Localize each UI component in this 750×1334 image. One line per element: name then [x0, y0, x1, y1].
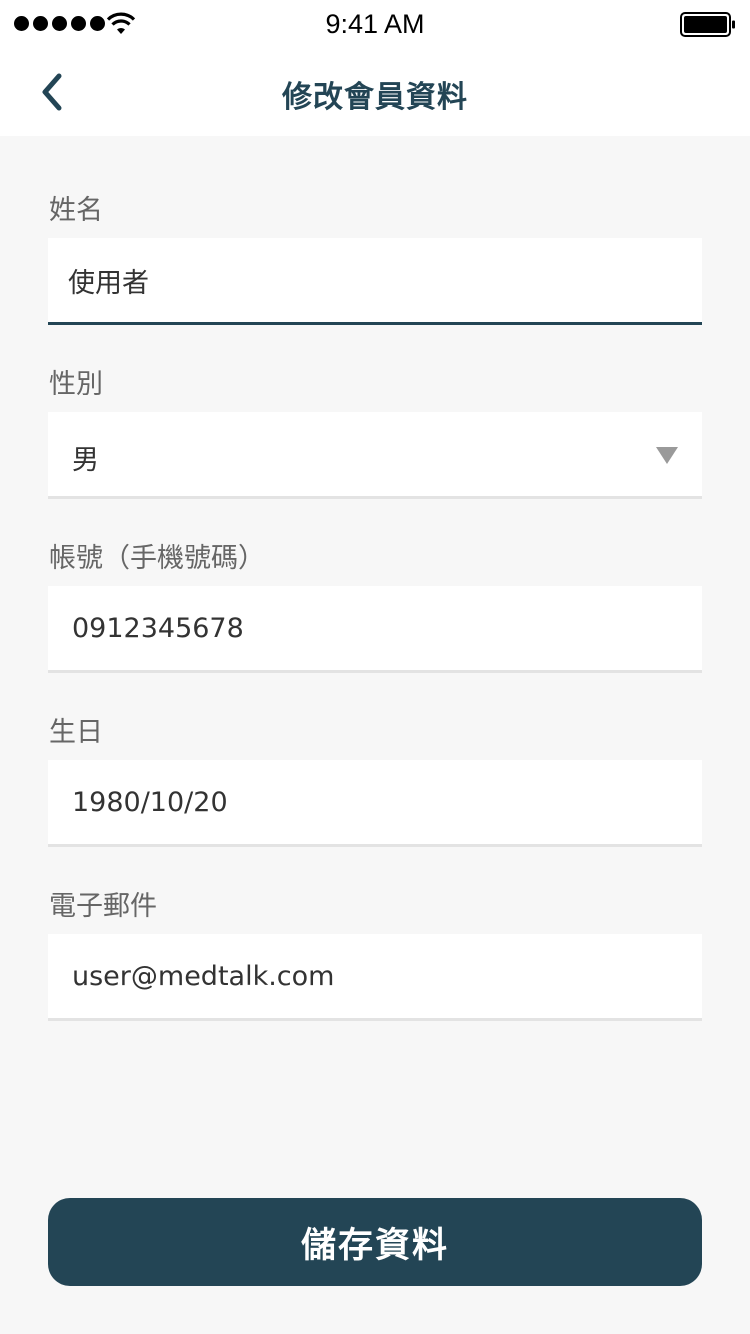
birthday-input[interactable] — [48, 760, 702, 844]
account-field — [48, 586, 702, 673]
name-field — [48, 238, 702, 325]
status-bar: 9:41 AM — [0, 0, 750, 48]
account-label: 帳號（手機號碼） — [49, 543, 265, 574]
birthday-field — [48, 760, 702, 847]
name-label: 姓名 — [49, 195, 103, 226]
save-button[interactable]: 儲存資料 — [48, 1198, 702, 1286]
name-input[interactable] — [48, 238, 702, 322]
email-label: 電子郵件 — [49, 891, 157, 922]
nav-bar: 修改會員資料 — [0, 48, 750, 136]
gender-value: 男 — [72, 445, 99, 476]
account-input[interactable] — [48, 586, 702, 670]
gender-select[interactable]: 男 — [48, 412, 702, 499]
triangle-down-icon — [656, 447, 678, 464]
status-time: 9:41 AM — [325, 9, 425, 39]
email-field — [48, 934, 702, 1021]
battery-icon — [680, 12, 735, 37]
email-input[interactable] — [48, 934, 702, 1018]
birthday-label: 生日 — [49, 717, 103, 748]
gender-label: 性別 — [49, 369, 103, 400]
page-title: 修改會員資料 — [282, 80, 468, 115]
